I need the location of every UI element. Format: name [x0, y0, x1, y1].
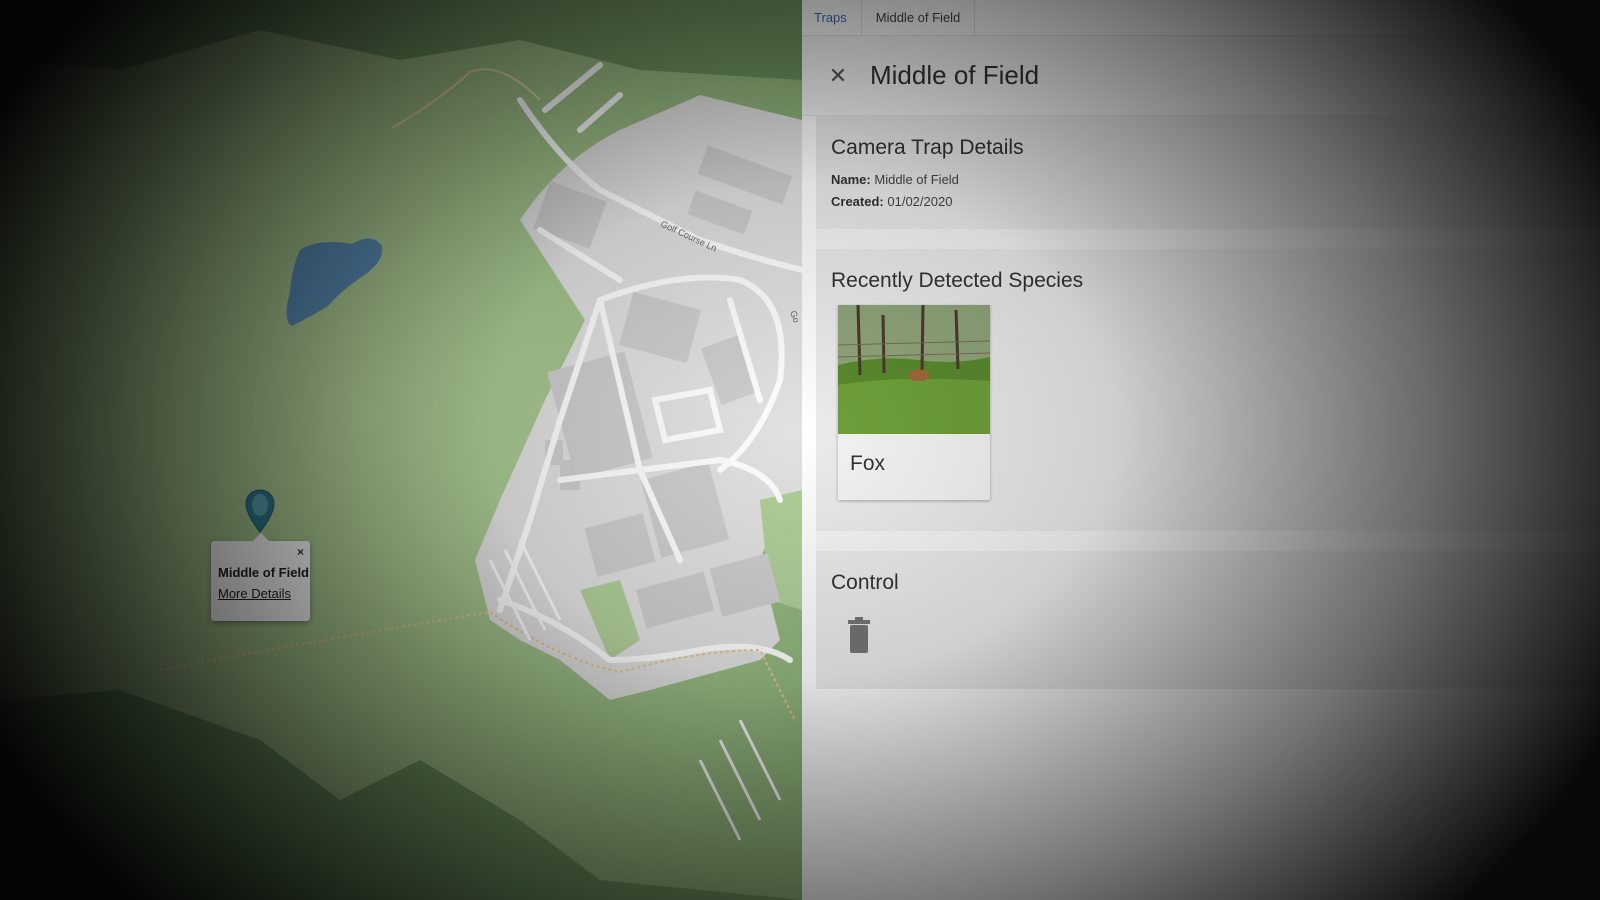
breadcrumb: Traps Middle of Field — [802, 0, 1600, 36]
close-icon[interactable]: ✕ — [826, 63, 850, 89]
detail-name-row: Name: Middle of Field — [831, 172, 1584, 187]
detail-created-row: Created: 01/02/2020 — [831, 194, 1584, 209]
map-popup: × Middle of Field More Details — [211, 533, 310, 621]
detail-name-label: Name: — [831, 172, 871, 187]
app-root: Golf Course Ln Go × Middle of Field More… — [0, 0, 1600, 900]
map-view[interactable]: Golf Course Ln Go × Middle of Field More… — [0, 0, 802, 900]
detail-created-value: 01/02/2020 — [887, 194, 953, 209]
popup-title: Middle of Field — [218, 565, 309, 580]
details-heading: Camera Trap Details — [831, 136, 1024, 159]
side-panel: Traps Middle of Field ✕ Middle of Field … — [802, 0, 1600, 900]
map-canvas[interactable]: Golf Course Ln Go — [0, 0, 802, 900]
species-name: Fox — [850, 452, 886, 475]
trash-icon[interactable] — [847, 617, 871, 655]
popup-close-button[interactable]: × — [297, 545, 304, 559]
detail-created-label: Created: — [831, 194, 884, 209]
control-card: Control — [816, 551, 1600, 689]
camera-trap-details-card: Camera Trap Details Name: Middle of Fiel… — [816, 116, 1600, 229]
detail-name-value: Middle of Field — [874, 172, 959, 187]
breadcrumb-traps-link[interactable]: Traps — [814, 0, 862, 36]
panel-title: Middle of Field — [870, 60, 1040, 90]
panel-header: ✕ Middle of Field — [802, 36, 1600, 116]
card-gap-2 — [816, 531, 1600, 551]
fox-camera-photo — [838, 305, 990, 434]
map-marker-icon[interactable] — [245, 489, 275, 533]
recently-detected-species-card: Recently Detected Species Fox — [816, 249, 1600, 531]
control-heading: Control — [831, 571, 899, 594]
popup-more-details-link[interactable]: More Details — [218, 586, 291, 601]
species-card-fox[interactable]: Fox — [838, 305, 990, 500]
species-heading: Recently Detected Species — [831, 269, 1084, 292]
breadcrumb-current: Middle of Field — [862, 0, 976, 36]
card-gap — [816, 229, 1600, 249]
